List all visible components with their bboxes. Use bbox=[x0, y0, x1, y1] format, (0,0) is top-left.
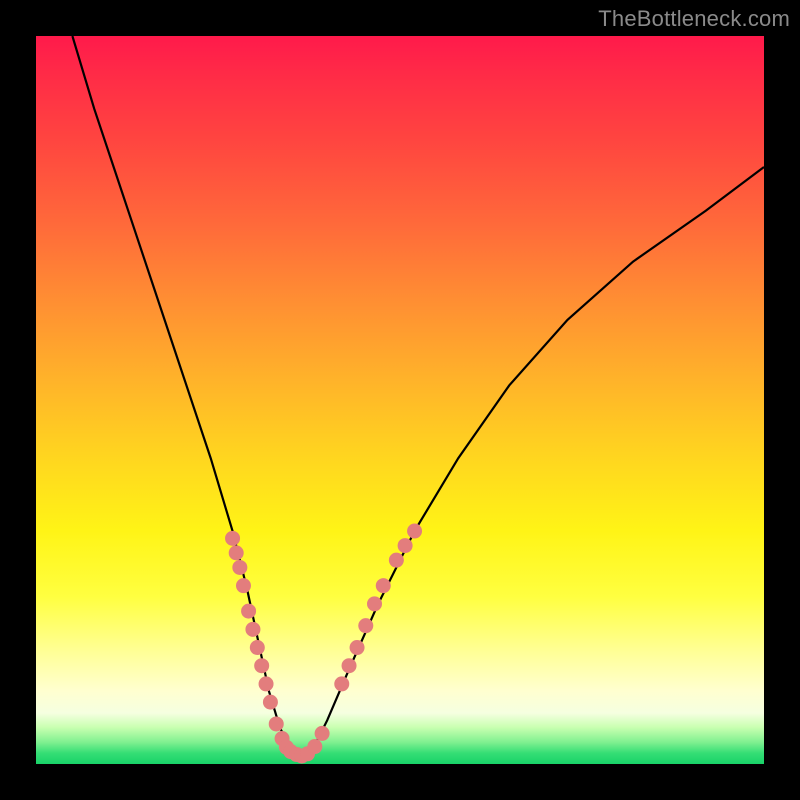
bead-marker bbox=[236, 578, 251, 593]
plot-area bbox=[36, 36, 764, 764]
bead-marker bbox=[398, 538, 413, 553]
bead-marker bbox=[367, 596, 382, 611]
bead-marker bbox=[225, 531, 240, 546]
outer-frame: TheBottleneck.com bbox=[0, 0, 800, 800]
bead-marker bbox=[269, 716, 284, 731]
chart-svg bbox=[36, 36, 764, 764]
watermark-text: TheBottleneck.com bbox=[598, 6, 790, 32]
bead-marker bbox=[241, 604, 256, 619]
bead-marker bbox=[407, 524, 422, 539]
bead-marker bbox=[250, 640, 265, 655]
bead-marker bbox=[315, 726, 330, 741]
bead-marker bbox=[307, 739, 322, 754]
bead-markers bbox=[225, 524, 422, 764]
bead-marker bbox=[358, 618, 373, 633]
bead-marker bbox=[254, 658, 269, 673]
bead-marker bbox=[334, 676, 349, 691]
bead-marker bbox=[350, 640, 365, 655]
bead-marker bbox=[376, 578, 391, 593]
bead-marker bbox=[259, 676, 274, 691]
bead-marker bbox=[229, 545, 244, 560]
bead-marker bbox=[389, 553, 404, 568]
bead-marker bbox=[342, 658, 357, 673]
bead-marker bbox=[263, 695, 278, 710]
bead-marker bbox=[232, 560, 247, 575]
bead-marker bbox=[245, 622, 260, 637]
bottleneck-curve bbox=[72, 36, 764, 760]
